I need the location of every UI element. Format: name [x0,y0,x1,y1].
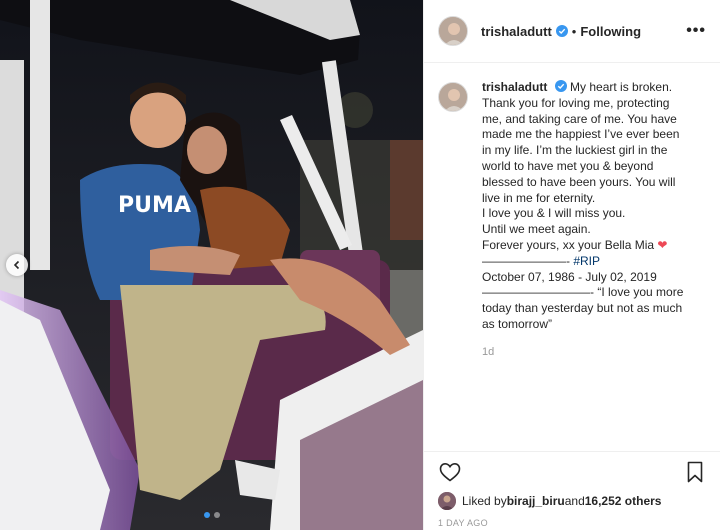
avatar-image [439,17,467,45]
post-header: trishaladutt • Following ••• [424,0,720,63]
liker-username[interactable]: birajj_biru [507,494,565,508]
comment-timestamp[interactable]: 1d [482,345,683,361]
likes-summary: Liked by birajj_biru and 16,252 others [438,492,661,510]
quote-line: “I love you more [597,285,684,300]
author-username[interactable]: trishaladutt [481,24,552,39]
caption-avatar[interactable] [438,82,468,112]
photo-illustration: PUMA [0,0,423,530]
caption-text: trishaladutt My heart is broken. Thank y… [482,80,683,361]
quote-dashes: —————————- [482,285,598,300]
caption-username[interactable]: trishaladutt [482,80,547,94]
carousel-prev-button[interactable] [6,254,28,276]
author-avatar[interactable] [438,16,468,46]
quote-line: today than yesterday but not as much [482,301,683,316]
dates-line: October 07, 1986 - July 02, 2019 [482,269,657,284]
caption-line: live in me for eternity. [482,190,596,205]
post-photo[interactable]: PUMA [0,0,423,530]
likes-count[interactable]: 16,252 others [585,494,662,508]
likes-middle: and [564,494,585,508]
post-timestamp[interactable]: 1 DAY AGO [438,518,488,528]
heart-outline-icon[interactable] [438,460,462,484]
carousel-dot [213,512,220,518]
caption-line: Until we meet again. [482,222,591,237]
bookmark-icon[interactable] [683,460,707,484]
caption-line: made me the happiest I’ve ever been [482,127,680,142]
caption-line: in my life. I’m the luckiest girl in the [482,143,668,158]
liker-avatar[interactable] [438,492,456,510]
post-side-panel: trishaladutt • Following ••• trishaladut… [423,0,720,530]
following-button[interactable]: Following [580,24,641,39]
carousel-indicator [0,512,423,518]
verified-icon [555,25,568,37]
hashtag-link[interactable]: #RIP [573,254,600,268]
caption-line: Thank you for loving me, protecting [482,95,670,110]
shirt-print: PUMA [118,193,191,218]
caption-line: me, and taking care of me. You have [482,111,677,126]
heart-emoji: ❤ [657,237,668,252]
verified-icon [554,80,567,92]
rip-dashes: ———————- [482,253,574,268]
caption-line: My heart is broken. [570,80,673,94]
caption-line: world to have met you & beyond [482,158,654,173]
caption-comment: trishaladutt My heart is broken. Thank y… [438,80,708,361]
post-actions: Liked by birajj_biru and 16,252 others 1… [424,451,720,530]
avatar-image [438,492,456,510]
caption-line: I love you & I will miss you. [482,206,626,221]
chevron-left-icon [13,260,20,270]
more-options-button[interactable]: ••• [686,22,706,40]
header-separator: • [571,23,577,39]
caption-line: Forever yours, xx your Bella Mia [482,237,655,252]
carousel-dot-active [203,512,210,518]
avatar-image [439,83,467,111]
likes-prefix: Liked by [462,494,507,508]
caption-line: blessed to have been yours. You will [482,174,676,189]
quote-line: as tomorrow” [482,316,553,331]
